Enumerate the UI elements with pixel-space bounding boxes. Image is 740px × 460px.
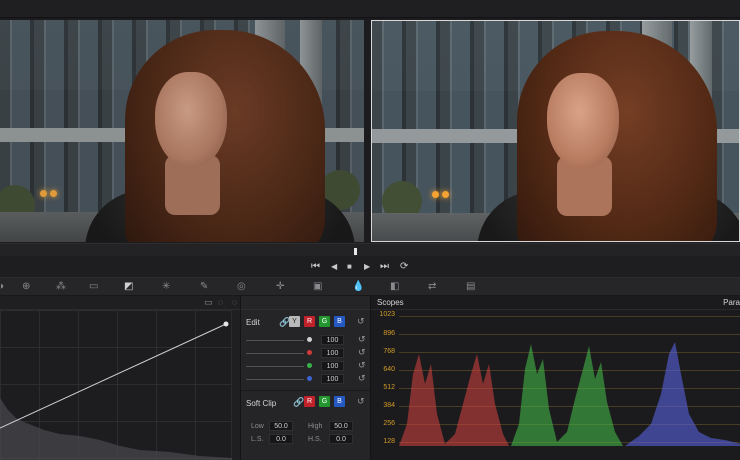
stop-icon[interactable]: ■	[347, 261, 352, 273]
channel-r-button[interactable]: R	[304, 316, 315, 327]
channel-g-button[interactable]: G	[319, 316, 330, 327]
source-frame	[0, 20, 364, 242]
parade-traces	[399, 342, 740, 446]
scale-128: 128	[383, 438, 395, 445]
reset-icon[interactable]: ↺	[357, 316, 365, 327]
play-icon[interactable]: ▶	[364, 261, 370, 273]
soft-clip-r-button[interactable]: R	[304, 396, 315, 407]
parade-scope	[399, 314, 740, 460]
scale-384: 384	[383, 402, 395, 409]
graded-viewer[interactable]	[371, 20, 740, 242]
curve-extra-icon[interactable]: ◌	[232, 297, 237, 307]
rgb-mixer-icon[interactable]: ▭	[89, 281, 98, 292]
curves-header: ▭ ◌ ◌	[0, 296, 240, 310]
soft-clip-title: Soft Clip	[246, 399, 277, 408]
scale-1023: 1023	[379, 311, 395, 318]
scope-mode-selector[interactable]: Para	[723, 298, 740, 307]
intensity-value-b[interactable]: 100	[321, 374, 344, 384]
red-trace	[399, 354, 509, 446]
high-label: High	[308, 423, 323, 430]
low-label: Low	[251, 423, 264, 430]
scale-640: 640	[383, 366, 395, 373]
scale-768: 768	[383, 348, 395, 355]
hs-label: H.S.	[308, 436, 322, 443]
channel-y-button[interactable]: Y	[289, 316, 300, 327]
transport-controls: ⏮ ◀ ■ ▶ ⏭ ⟳	[0, 256, 740, 278]
channel-dot-b	[307, 376, 312, 381]
source-viewer[interactable]	[0, 20, 364, 242]
scale-256: 256	[383, 420, 395, 427]
curve-graph-svg	[0, 321, 232, 460]
green-trace	[511, 344, 623, 446]
loop-icon[interactable]: ⟳	[400, 261, 408, 273]
intensity-slider-r[interactable]	[246, 353, 304, 354]
qualifier-icon[interactable]: ✎	[200, 281, 208, 292]
reset-icon[interactable]: ↺	[358, 373, 366, 384]
scopes-header: Scopes Para	[371, 296, 740, 310]
key-icon[interactable]: ◧	[390, 281, 399, 292]
graded-frame	[372, 21, 739, 241]
curves-icon[interactable]: ◩	[124, 281, 133, 292]
intensity-slider-y[interactable]	[246, 340, 304, 341]
intensity-row-g: 100 ↺	[246, 360, 371, 372]
scrub-bar[interactable]	[0, 243, 740, 256]
curve-view-icon[interactable]: ▭	[204, 297, 213, 308]
intensity-slider-g[interactable]	[246, 366, 304, 367]
color-match-icon[interactable]: ⊕	[22, 281, 30, 292]
tracker-icon[interactable]: ✛	[276, 281, 284, 292]
high-field[interactable]: 50.0	[329, 421, 353, 431]
low-field[interactable]: 50.0	[269, 421, 293, 431]
color-warper-icon[interactable]: ✳	[162, 281, 170, 292]
soft-clip-g-button[interactable]: G	[319, 396, 330, 407]
channel-dot-g	[307, 363, 312, 368]
channel-dot-y	[307, 337, 312, 342]
intensity-row-y: 100 ↺	[246, 334, 371, 346]
last-frame-icon[interactable]: ⏭	[380, 261, 389, 273]
magic-mask-icon[interactable]: ▣	[313, 281, 322, 292]
reset-icon[interactable]: ↺	[358, 334, 366, 345]
curve-mode-icon[interactable]: ◌	[218, 297, 223, 307]
blue-trace	[625, 342, 740, 446]
sizing-icon[interactable]: ⇄	[428, 281, 436, 292]
playhead[interactable]	[354, 248, 357, 255]
ls-label: L.S.	[251, 436, 264, 443]
curves-panel: ▭ ◌ ◌	[0, 296, 240, 460]
palette-toolbar: ◑ ⊕ ⁂ ▭ ◩ ✳ ✎ ◎ ✛ ▣ 💧 ◧ ⇄ ▤	[0, 278, 740, 296]
reset-icon[interactable]: ↺	[358, 360, 366, 371]
top-bar	[0, 0, 740, 18]
scale-896: 896	[383, 330, 395, 337]
window-icon[interactable]: ◎	[237, 281, 246, 292]
scopes-title: Scopes	[377, 298, 404, 307]
intensity-row-b: 100 ↺	[246, 373, 371, 385]
scale-512: 512	[383, 384, 395, 391]
first-frame-icon[interactable]: ⏮	[311, 261, 320, 273]
curve-graph[interactable]	[0, 310, 232, 460]
3d-icon[interactable]: ▤	[466, 281, 475, 292]
prev-frame-icon[interactable]: ◀	[331, 261, 337, 273]
link-icon[interactable]: 🔗	[293, 397, 304, 408]
intensity-value-y[interactable]: 100	[321, 335, 344, 345]
edit-title: Edit	[246, 318, 260, 327]
scopes-panel: Scopes Para 1023 896 768 640 512 384 256…	[370, 296, 740, 460]
soft-clip-b-button[interactable]: B	[334, 396, 345, 407]
camera-raw-icon[interactable]: ◑	[0, 281, 4, 292]
blur-icon[interactable]: 💧	[352, 281, 364, 292]
intensity-slider-b[interactable]	[246, 379, 304, 380]
reset-icon[interactable]: ↺	[357, 396, 365, 407]
ls-field[interactable]: 0.0	[269, 434, 293, 444]
color-wheels-icon[interactable]: ⁂	[56, 281, 66, 292]
intensity-value-g[interactable]: 100	[321, 361, 344, 371]
channel-b-button[interactable]: B	[334, 316, 345, 327]
channel-dot-r	[307, 350, 312, 355]
reset-icon[interactable]: ↺	[358, 347, 366, 358]
hs-field[interactable]: 0.0	[329, 434, 353, 444]
intensity-row-r: 100 ↺	[246, 347, 371, 359]
curves-edit-panel: Edit 🔗 Y R G B ↺ 100 ↺ 100 ↺ 100 ↺ 100 ↺…	[240, 296, 371, 460]
intensity-value-r[interactable]: 100	[321, 348, 344, 358]
